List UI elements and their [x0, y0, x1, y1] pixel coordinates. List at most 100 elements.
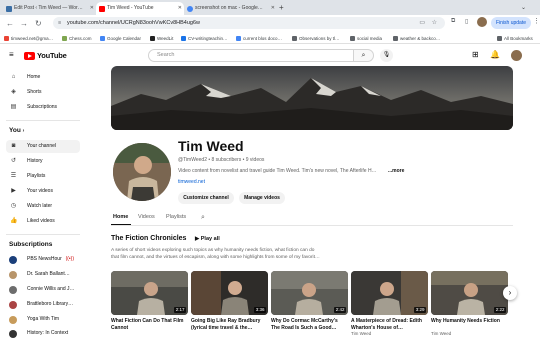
video-thumbnail[interactable]: 2:42 [271, 271, 348, 315]
extensions-icon[interactable]: ⧉ [451, 18, 455, 25]
sidebar-item-your-videos[interactable]: ▶ Your videos [6, 185, 80, 198]
video-title[interactable]: A Masterpiece of Dread: Edith Wharton's … [351, 318, 428, 331]
menu-icon[interactable]: ≡ [9, 50, 14, 60]
side-panel-icon[interactable]: ▯ [465, 18, 468, 25]
bookmark-item[interactable]: Google Calendar [100, 34, 141, 43]
live-indicator-icon: ((•)) [65, 256, 74, 262]
subscriptions-icon: ▤ [10, 104, 17, 110]
channel-avatar [9, 301, 17, 309]
subscription-item[interactable]: Brattleboro Library… [6, 298, 80, 311]
all-bookmarks[interactable]: All Bookmarks [497, 34, 533, 43]
more-link[interactable]: ...more [388, 168, 404, 174]
voice-search-button[interactable]: 🎙 [380, 49, 393, 62]
video-title[interactable]: Going Big Like Ray Bradbury (lyrical tim… [191, 318, 268, 331]
new-tab-button[interactable]: + [279, 2, 284, 14]
sidebar-item-watch-later[interactable]: ◷ Watch later [6, 200, 80, 213]
tab-playlists[interactable]: Playlists [166, 213, 186, 222]
video-title[interactable]: What Fiction Can Do That Film Cannot [111, 318, 188, 331]
microphone-icon: 🎙 [382, 52, 391, 58]
customize-channel-button[interactable]: Customize channel [178, 192, 234, 204]
forward-arrow-icon[interactable]: → [20, 18, 28, 30]
video-thumbnail[interactable]: 3:36 [191, 271, 268, 315]
video-channel[interactable]: Tim Weed [351, 331, 371, 336]
channel-description[interactable]: Video content from novelist and travel g… [178, 168, 410, 174]
profile-avatar[interactable] [477, 17, 487, 27]
play-triangle-icon [28, 53, 32, 58]
channel-banner [111, 66, 513, 130]
history-icon: ↺ [10, 158, 17, 164]
browser-tab-edit-post[interactable]: Edit Post ‹ Tim Weed — Wor… ✕ [3, 2, 96, 15]
video-thumbnail[interactable]: 2:17 [111, 271, 188, 315]
close-tab-icon[interactable]: ✕ [90, 2, 94, 15]
bookmark-item[interactable]: weather & backco… [393, 34, 440, 43]
bookmark-item[interactable]: timweed.net@gma… [4, 34, 53, 43]
video-channel[interactable]: Tim Weed [431, 331, 451, 336]
doc-icon [181, 36, 186, 41]
bookmark-item[interactable]: CV-writingteachin… [181, 34, 228, 43]
finish-update-button[interactable]: Finish update [491, 17, 531, 29]
video-duration: 3:29 [414, 307, 426, 313]
video-title[interactable]: Why Humanity Needs Fiction [431, 318, 508, 325]
you-heading[interactable]: You › [9, 127, 24, 134]
chevron-right-icon: › [22, 128, 25, 134]
subscription-item[interactable]: Dr. Sarah Ballant… [6, 268, 80, 281]
search-button[interactable]: ⌕ [354, 49, 374, 62]
install-app-icon[interactable]: ▭ [419, 17, 425, 29]
divider [6, 234, 80, 235]
channel-avatar[interactable] [113, 143, 171, 201]
channel-avatar [9, 286, 17, 294]
notifications-bell-icon[interactable]: 🔔 [490, 50, 500, 59]
search-input[interactable]: Search [148, 49, 354, 62]
video-title[interactable]: Why Do Cormac McCarthy's The Road Is Suc… [271, 318, 348, 331]
bookmark-star-icon[interactable]: ☆ [432, 17, 437, 29]
bookmark-item[interactable]: social media [350, 34, 382, 43]
more-vert-icon[interactable]: ⋮ [533, 17, 540, 25]
subscriptions-heading: Subscriptions [9, 241, 53, 248]
subscription-item[interactable]: PBS NewsHour ((•)) [6, 253, 80, 266]
playlist-description-line1: A series of short videos exploring such … [111, 248, 315, 253]
sidebar-item-history[interactable]: ↺ History [6, 155, 80, 168]
tab-search-chevron-icon[interactable]: ⌄ [521, 2, 526, 14]
bookmark-item[interactable]: Observations by tl… [292, 34, 340, 43]
clock-icon: ◷ [10, 203, 17, 209]
play-all-button[interactable]: ▶ Play all [195, 236, 220, 242]
subscription-item[interactable]: Connie Willis and J… [6, 283, 80, 296]
logo-text: YouTube [37, 51, 67, 60]
browser-tab-youtube[interactable]: Tim Weed - YouTube ✕ [96, 2, 184, 15]
sidebar-item-home[interactable]: ⌂ Home [6, 71, 80, 84]
playlist-title[interactable]: The Fiction Chronicles [111, 235, 186, 242]
channel-avatar [9, 316, 17, 324]
account-avatar[interactable] [511, 50, 522, 61]
video-thumbnail[interactable]: 3:29 [351, 271, 428, 315]
address-bar[interactable]: ≡ youtube.com/channel/UCRgN83oohVwKCv8HB… [53, 17, 445, 29]
wordpress-favicon-icon [6, 5, 12, 12]
carousel-next-button[interactable]: › [503, 286, 517, 300]
tab-home[interactable]: Home [113, 213, 128, 222]
create-video-icon[interactable]: ⊞ [472, 50, 479, 59]
subscription-item[interactable]: History: In Context [6, 327, 80, 340]
search-icon: ⌕ [361, 52, 366, 59]
manage-videos-button[interactable]: Manage videos [239, 192, 285, 204]
close-tab-icon[interactable]: ✕ [271, 2, 275, 15]
sidebar-item-shorts[interactable]: ◈ Shorts [6, 86, 80, 99]
video-thumbnail[interactable]: 2:22 [431, 271, 508, 315]
subscription-item[interactable]: Yoga With Tim [6, 313, 80, 326]
close-tab-icon[interactable]: ✕ [178, 2, 182, 15]
tab-videos[interactable]: Videos [138, 213, 155, 222]
channel-meta: @TimWeed2 • 8 subscribers • 9 videos [178, 157, 265, 163]
folder-icon [292, 36, 297, 41]
sidebar-item-playlists[interactable]: ☰ Playlists [6, 170, 80, 183]
back-arrow-icon[interactable]: ← [6, 18, 14, 30]
sidebar-item-subscriptions[interactable]: ▤ Subscriptions [6, 101, 80, 114]
channel-search-icon[interactable]: ⌕ [201, 213, 205, 222]
sidebar-item-liked-videos[interactable]: 👍 Liked videos [6, 215, 80, 228]
sidebar-item-your-channel[interactable]: ◙ Your channel [6, 140, 80, 153]
website-link[interactable]: timweed.net [178, 179, 205, 185]
site-info-icon[interactable]: ≡ [58, 17, 61, 29]
bookmark-item[interactable]: current blos doco… [236, 34, 282, 43]
bookmark-item[interactable]: Chess.com [62, 34, 92, 43]
browser-tab-google[interactable]: screenshot on mac - Google… ✕ [184, 2, 277, 15]
playlist-description-line2: that film cannot, and the virtues of esc… [111, 255, 320, 260]
bookmark-item[interactable]: WeedLit [150, 34, 173, 43]
reload-icon[interactable]: ↻ [35, 18, 42, 30]
